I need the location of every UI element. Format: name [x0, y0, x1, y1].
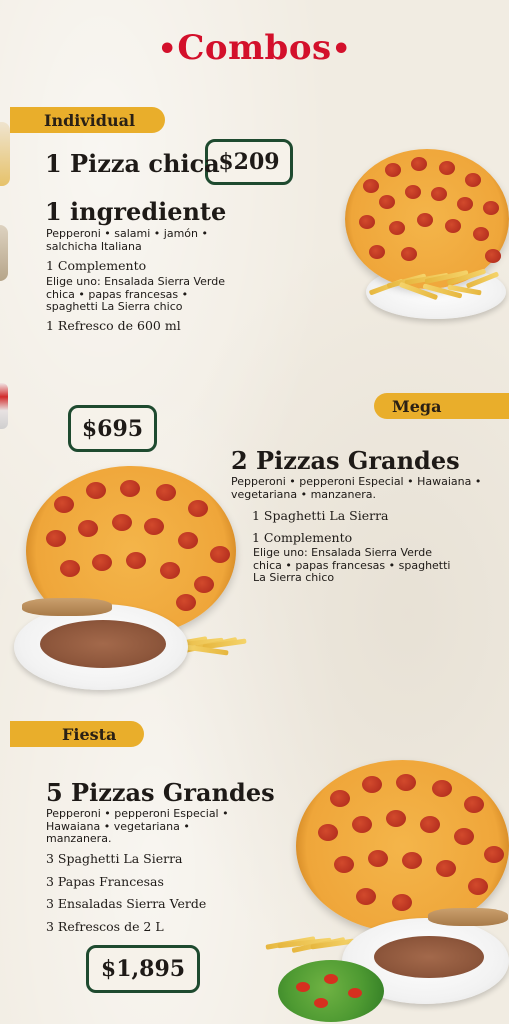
individual-soda: 1 Refresco de 600 ml — [46, 318, 181, 333]
mega-flavors: Pepperoni • pepperoni Especial • Hawaian… — [231, 475, 482, 501]
price-fiesta: $1,895 — [100, 956, 186, 982]
individual-pizza-image — [340, 145, 509, 323]
salad — [278, 960, 384, 1022]
fiesta-items: 3 Spaghetti La Sierra 3 Papas Francesas … — [46, 851, 206, 941]
edge-food-image-top — [0, 122, 10, 186]
fiesta-item: 3 Ensaladas Sierra Verde — [46, 896, 207, 911]
tag-individual: Individual — [10, 107, 165, 133]
tag-fiesta-label: Fiesta — [62, 724, 117, 744]
individual-choose: Elige uno: Ensalada Sierra Verde chica •… — [46, 275, 226, 313]
spaghetti — [374, 936, 484, 978]
mega-choose: Elige uno: Ensalada Sierra Verde chica •… — [253, 546, 451, 584]
bread — [428, 908, 508, 926]
pizza — [296, 760, 509, 932]
mega-title: 2 Pizzas Grandes — [231, 446, 460, 475]
individual-title: 1 Pizza chica — [45, 149, 220, 178]
tag-individual-label: Individual — [44, 110, 136, 130]
price-badge-fiesta: $1,895 — [86, 945, 200, 993]
edge-food-image-mid — [0, 225, 8, 281]
fiesta-item: 3 Refrescos de 2 L — [46, 918, 164, 934]
bread — [22, 598, 112, 616]
title-dot-right: • — [331, 32, 352, 67]
fries — [368, 253, 500, 305]
fiesta-title: 5 Pizzas Grandes — [46, 778, 275, 807]
tag-fiesta: Fiesta — [10, 721, 144, 747]
mega-spaghetti: 1 Spaghetti La Sierra — [252, 508, 389, 523]
individual-flavors: Pepperoni • salami • jamón • salchicha I… — [46, 227, 208, 253]
fiesta-item: 3 Spaghetti La Sierra — [46, 851, 183, 866]
fiesta-pizza-image — [265, 758, 509, 1024]
price-badge-mega: $695 — [68, 405, 157, 452]
mega-complement-title: 1 Complemento — [252, 530, 353, 545]
title-text: Combos — [177, 28, 332, 68]
individual-subtitle: 1 ingrediente — [45, 197, 227, 226]
tag-mega-label: Mega — [392, 396, 442, 416]
fiesta-flavors: Pepperoni • pepperoni Especial • Hawaian… — [46, 807, 229, 845]
page-title: •Combos• — [0, 28, 509, 68]
individual-complement-title: 1 Complemento — [46, 258, 147, 273]
fiesta-item: 3 Papas Francesas — [46, 873, 164, 889]
price-mega: $695 — [81, 415, 144, 442]
title-dot-left: • — [157, 32, 178, 67]
mega-pizza-image — [14, 464, 259, 690]
spaghetti — [40, 620, 166, 668]
edge-drink-image — [0, 383, 8, 429]
tag-mega: Mega — [374, 393, 509, 419]
